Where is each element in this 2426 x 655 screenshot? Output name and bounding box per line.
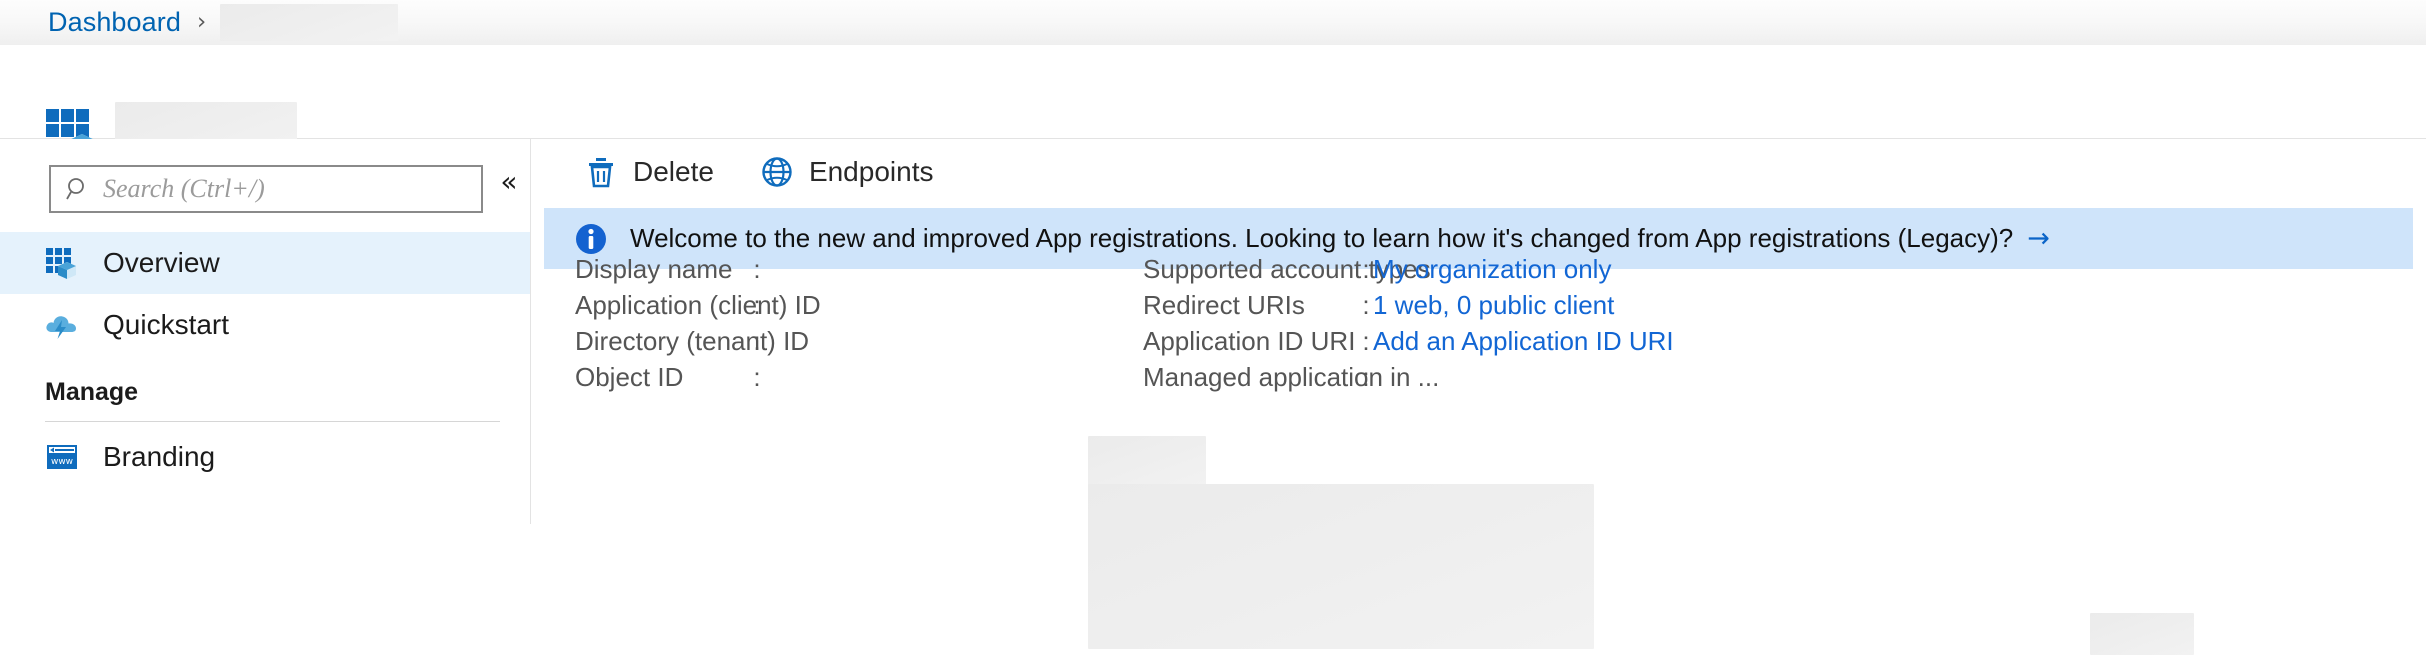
property-colon: :	[753, 325, 761, 356]
sidebar-item-overview[interactable]: Overview	[0, 232, 530, 294]
redacted-id-values	[1088, 484, 1594, 649]
sidebar-item-label: Branding	[103, 441, 216, 472]
property-row-application-id-uri: Application ID URI : Add an Application …	[1143, 323, 1674, 359]
property-row-managed-application: Managed application in ... :	[1143, 359, 1674, 395]
arrow-right-icon[interactable]: →	[2027, 225, 2050, 252]
property-row-display-name: Display name :	[575, 251, 764, 287]
chevron-right-icon: ›	[197, 9, 207, 35]
breadcrumb: Dashboard ›	[0, 0, 2426, 46]
property-row-directory-tenant-id: Directory (tenant) ID :	[575, 323, 810, 359]
property-column-left: Display name : Application (client) ID :…	[575, 251, 821, 395]
property-label: Object ID	[575, 361, 684, 392]
sidebar-group-manage: Manage	[45, 378, 139, 406]
delete-button-label: Delete	[633, 155, 714, 187]
property-colon: :	[1362, 289, 1370, 320]
property-colon: :	[753, 253, 761, 284]
property-row-object-id: Object ID :	[575, 359, 764, 395]
sidebar-nav: Overview Quickstart Manage www Branding	[0, 232, 530, 488]
svg-text:www: www	[51, 457, 73, 467]
azure-app-registration-overview: Dashboard › Search (Ctrl+/) « Overview Q…	[0, 0, 2426, 655]
sidebar-item-label: Overview	[103, 247, 220, 278]
collapse-glyph: «	[500, 165, 518, 198]
cloud-lightning-icon	[45, 308, 79, 342]
property-row-supported-account-types: Supported account types : My organizatio…	[1143, 251, 1674, 287]
property-colon: :	[1362, 325, 1370, 356]
sidebar-item-branding[interactable]: www Branding	[0, 426, 530, 488]
www-browser-icon: www	[45, 440, 79, 474]
command-toolbar: Delete Endpoints	[531, 139, 2426, 204]
property-colon: :	[753, 289, 761, 320]
sidebar-divider	[45, 421, 500, 422]
property-label: Application ID URI	[1143, 325, 1356, 356]
sidebar-item-quickstart[interactable]: Quickstart	[0, 294, 530, 356]
info-banner-text: Welcome to the new and improved App regi…	[630, 223, 2014, 253]
property-row-application-client-id: Application (client) ID :	[575, 287, 821, 323]
property-label: Directory (tenant) ID	[575, 325, 810, 356]
property-colon: :	[753, 361, 761, 392]
property-colon: :	[1362, 361, 1370, 392]
property-column-right: Supported account types : My organizatio…	[1143, 251, 1674, 395]
app-registration-icon	[45, 246, 79, 280]
search-input[interactable]: Search (Ctrl+/)	[49, 165, 483, 213]
property-label: Managed application in ...	[1143, 361, 1440, 392]
property-label: Supported account types	[1143, 253, 1431, 284]
property-label: Redirect URIs	[1143, 289, 1305, 320]
property-label: Display name	[575, 253, 733, 284]
breadcrumb-redacted-item	[220, 4, 399, 41]
content-area: Delete Endpoints Welcome to the new and …	[531, 139, 2426, 655]
add-application-id-uri-link[interactable]: Add an Application ID URI	[1373, 326, 1674, 357]
chevron-double-left-icon[interactable]: «	[492, 165, 526, 199]
property-colon: :	[1362, 253, 1370, 284]
redirect-uris-link[interactable]: 1 web, 0 public client	[1373, 290, 1614, 321]
page-title-bar	[0, 45, 2426, 164]
delete-button[interactable]: Delete	[574, 148, 724, 196]
breadcrumb-dashboard-link[interactable]: Dashboard	[48, 9, 181, 36]
property-row-redirect-uris: Redirect URIs : 1 web, 0 public client	[1143, 287, 1674, 323]
sidebar-item-label: Quickstart	[103, 309, 230, 340]
trash-icon	[584, 155, 618, 189]
search-icon	[65, 176, 91, 202]
endpoints-button[interactable]: Endpoints	[750, 148, 944, 196]
search-placeholder: Search (Ctrl+/)	[103, 174, 265, 203]
redacted-display-name-value	[1088, 436, 1206, 488]
supported-account-types-link[interactable]: My organization only	[1373, 254, 1611, 285]
globe-icon	[760, 155, 794, 189]
property-label: Application (client) ID	[575, 289, 821, 320]
endpoints-button-label: Endpoints	[808, 155, 934, 187]
redacted-managed-application-value	[2090, 613, 2194, 655]
sidebar: Search (Ctrl+/) « Overview Quickstart Ma…	[0, 139, 530, 524]
